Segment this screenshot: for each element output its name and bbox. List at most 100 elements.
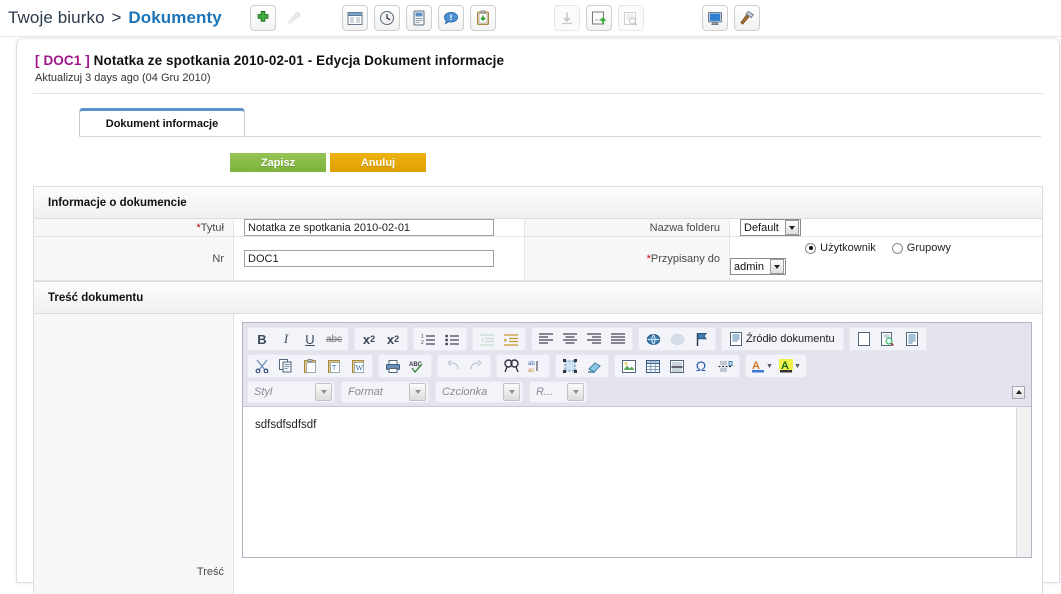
horizontal-rule-icon[interactable] [666,356,688,376]
ordered-list-icon[interactable]: 12 [417,329,439,349]
form-row-title: *Tytuł Nazwa folderu Default [34,219,1042,237]
cut-scissors-icon[interactable] [251,356,273,376]
tab-bar: Dokument informacje [79,108,1059,136]
copy-icon[interactable] [275,356,297,376]
italic-icon[interactable]: I [275,329,297,349]
breadcrumb-current[interactable]: Dokumenty [128,8,221,27]
text-color-icon[interactable]: A ▼ [749,356,775,376]
anchor-flag-icon[interactable] [690,329,712,349]
bg-color-icon[interactable]: A ▼ [777,356,803,376]
device-icon[interactable] [405,5,432,31]
radio-group-label: Grupowy [906,242,951,254]
size-select-label: R... [536,386,554,398]
print-icon[interactable] [382,356,404,376]
bold-icon[interactable]: B [251,329,273,349]
find-group: ab ac [496,354,550,378]
list-group: 12 [413,327,467,351]
page-tools-group [848,327,927,351]
assigned-radio-group: Użytkownik Grupowy [805,242,967,254]
paste-text-icon[interactable]: T [323,356,345,376]
align-center-icon[interactable] [559,329,581,349]
tab-dokument-informacje[interactable]: Dokument informacje [79,108,245,136]
title-label: * Tytuł [34,219,234,236]
assigned-user-value: admin [734,260,764,273]
section-header-content: Treść dokumentu [34,281,1042,314]
form-cell-title: * Tytuł [34,219,524,236]
window-icon[interactable] [341,5,368,31]
hammer-icon[interactable] [733,5,760,31]
strikethrough-icon[interactable]: abc [323,329,345,349]
nr-input[interactable] [244,250,494,267]
color-group: A ▼ A ▼ [745,354,807,378]
page-blank-icon[interactable] [853,329,875,349]
toolbar-icon-group [247,5,763,31]
breadcrumb-separator: > [111,8,122,27]
folder-value-cell: Default [730,219,1042,236]
align-right-icon[interactable] [583,329,605,349]
action-buttons: Zapisz Anuluj [17,153,1059,172]
radio-group[interactable] [891,242,903,254]
radio-user[interactable] [805,242,817,254]
folder-select[interactable]: Default [740,219,801,236]
source-group: Źródło dokumentu [721,327,844,351]
align-left-icon[interactable] [535,329,557,349]
section-title-content: Treść dokumentu [48,291,144,304]
tab-underline [79,136,1041,137]
comment-icon[interactable] [437,5,464,31]
image-icon[interactable] [618,356,640,376]
paste-word-icon[interactable]: W [347,356,369,376]
size-select[interactable]: R... [532,383,584,401]
editor-scrollbar[interactable] [1016,407,1031,557]
clock-icon[interactable] [373,5,400,31]
add-icon[interactable] [249,5,276,31]
section-title-info: Informacje o dokumencie [48,196,187,209]
remove-format-icon[interactable] [583,356,605,376]
editor-body[interactable]: sdfsdfsdfsdf [243,407,1031,557]
spellcheck-icon[interactable]: ABC [406,356,428,376]
history-group [437,354,491,378]
select-all-icon[interactable] [559,356,581,376]
cancel-button[interactable]: Anuluj [330,153,426,172]
paste-icon[interactable] [299,356,321,376]
editor-toolbar-row-1: B I U abc x2 x2 12 Źródło dokumentu [245,326,1029,353]
clipboard-group: T W [247,354,373,378]
assigned-value-cell: Użytkownik Grupowy admin [730,237,1042,280]
link-icon[interactable] [642,329,664,349]
subscript-icon[interactable]: x2 [358,329,380,349]
unordered-list-icon[interactable] [441,329,463,349]
nr-label-text: Nr [212,252,224,265]
font-select-group: Czcionka [435,381,523,403]
format-select[interactable]: Format [344,383,426,401]
monitor-icon[interactable] [701,5,728,31]
templates-icon[interactable] [901,329,923,349]
save-button[interactable]: Zapisz [230,153,326,172]
replace-icon[interactable]: ab ac [524,356,546,376]
source-button[interactable]: Źródło dokumentu [724,329,841,349]
title-input[interactable] [244,219,494,236]
underline-icon[interactable]: U [299,329,321,349]
breadcrumb-home[interactable]: Twoje biurko [8,8,105,27]
table-icon[interactable] [642,356,664,376]
page-break-icon[interactable] [714,356,736,376]
style-select[interactable]: Styl [250,383,332,401]
superscript-icon[interactable]: x2 [382,329,404,349]
unlink-icon [666,329,688,349]
preview-page-icon[interactable] [877,329,899,349]
form-cell-assigned: * Przypisany do Użytkownik Grupowy admin [524,237,1042,280]
font-select[interactable]: Czcionka [438,383,520,401]
upload-icon[interactable] [585,5,612,31]
section-header-info: Informacje o dokumencie [34,187,1042,219]
preview-icon [617,5,644,31]
assigned-user-select[interactable]: admin [730,258,786,275]
rich-text-editor: B I U abc x2 x2 12 Źródło dokumentu T W … [242,322,1032,558]
folder-label: Nazwa folderu [525,219,730,236]
align-justify-icon[interactable] [607,329,629,349]
editor-scroll-up-button[interactable] [1012,385,1025,399]
find-icon[interactable] [500,356,522,376]
special-char-icon[interactable]: Ω [690,356,712,376]
clipboard-icon[interactable] [469,5,496,31]
indent-icon[interactable] [500,329,522,349]
tab-label: Dokument informacje [105,117,219,130]
toolbar-divider [0,36,1061,37]
title-value-cell [234,219,524,236]
